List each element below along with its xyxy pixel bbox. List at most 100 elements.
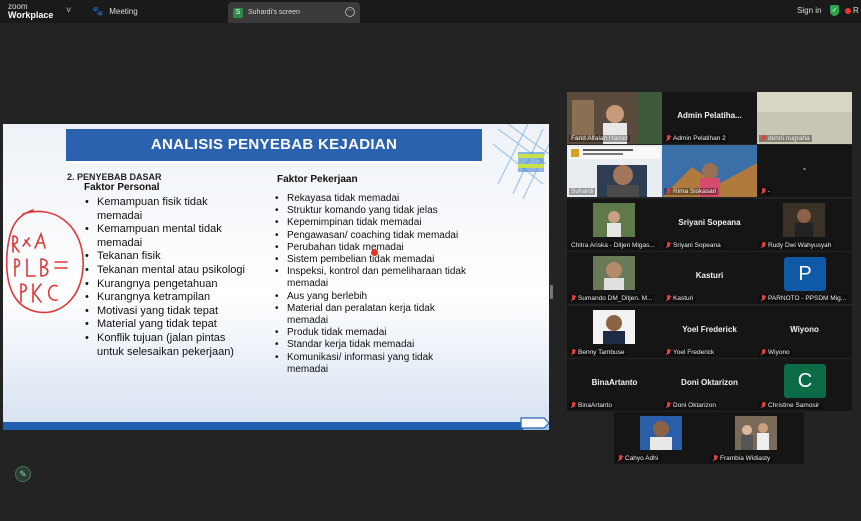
- personal-factor-item: Kemampuan mental tidak memadai: [85, 223, 255, 250]
- muted-mic-icon: [761, 349, 766, 356]
- participant-name: Cahyo Adhi: [625, 455, 659, 462]
- job-factor-item: Material dan peralatan kerja tidak memad…: [275, 303, 475, 327]
- participant-name: Frambia Widiasty: [720, 455, 771, 462]
- video-tile[interactable]: Sumando DM_Ditjen. M...: [567, 252, 662, 304]
- muted-mic-icon: [713, 455, 718, 462]
- more-options-icon[interactable]: ⋯: [345, 7, 355, 17]
- participant-name-tag: Sumando DM_Ditjen. M...: [569, 295, 655, 302]
- video-tile[interactable]: Sriyani Sopeana Sriyani Sopeana: [662, 199, 757, 251]
- participant-display-name: Sriyani Sopeana: [678, 218, 741, 227]
- participant-name: Kasturi: [673, 295, 694, 302]
- presenter-badge: S: [233, 7, 243, 18]
- avatar: P: [784, 257, 826, 291]
- video-tile[interactable]: Frambia Widiasty: [709, 412, 804, 464]
- personal-factor-item: Tekanan fisik: [85, 250, 255, 264]
- job-factor-item: Kepemimpinan tidak memadai: [275, 217, 475, 229]
- muted-mic-icon: [571, 402, 576, 409]
- participant-display-name: BinaArtanto: [591, 378, 638, 387]
- slide-bottom-band: [3, 417, 549, 430]
- video-tile[interactable]: Rudy Dwi Wahyusyah: [757, 199, 852, 251]
- participant-name-tag: Christine Samosir: [759, 402, 822, 409]
- left-column-heading: Faktor Personal: [84, 182, 160, 193]
- personal-factor-item: Kurangnya pengetahuan: [85, 278, 255, 292]
- muted-mic-icon: [666, 188, 671, 195]
- paw-icon: 🐾: [92, 6, 104, 16]
- participant-name: Rima Siskasari: [673, 188, 717, 195]
- section-heading: 2. PENYEBAB DASAR: [67, 172, 162, 182]
- video-tile[interactable]: Yoel Frederick Yoel Frederick: [662, 306, 757, 358]
- participant-display-name: Admin Pelatiha...: [677, 111, 742, 120]
- video-tile[interactable]: Doni Oktarizon Doni Oktarizon: [662, 359, 757, 411]
- participant-name: -: [768, 188, 771, 195]
- video-tile[interactable]: Rima Siskasari: [662, 145, 757, 197]
- job-factor-item: Struktur komando yang tidak jelas: [275, 205, 475, 217]
- video-tile[interactable]: P PARNOTO - PPSDM Mig...: [757, 252, 852, 304]
- screen-tab-label: Suhardi's screen: [248, 9, 300, 16]
- muted-mic-icon: [761, 242, 766, 249]
- participant-name: denni nugraha: [768, 135, 810, 142]
- job-factor-item: Inspeksi, kontrol dan pemeliharaan tidak…: [275, 266, 475, 290]
- slide-decoration-graphic: [492, 124, 549, 199]
- participant-name: Benny Tambuse: [578, 349, 625, 356]
- right-column-heading: Faktor Pekerjaan: [277, 174, 358, 185]
- video-tile-active-speaker[interactable]: Suhardi: [567, 145, 662, 197]
- video-tile[interactable]: C Christine Samosir: [757, 359, 852, 411]
- shared-screen-slide: ANALISIS PENYEBAB KEJADIAN 2. PENYEBAB D…: [3, 124, 549, 430]
- participant-name: Sriyani Sopeana: [673, 242, 721, 249]
- participant-display-name: Yoel Frederick: [682, 325, 737, 334]
- muted-mic-icon: [618, 455, 623, 462]
- personal-factor-item: Kurangnya ketrampilan: [85, 291, 255, 305]
- video-tile[interactable]: BinaArtanto BinaArtanto: [567, 359, 662, 411]
- security-shield-icon[interactable]: ✓: [830, 5, 839, 16]
- muted-mic-icon: [571, 295, 576, 302]
- video-tile[interactable]: denni nugraha: [757, 92, 852, 144]
- participant-name: Chitra Ariska - Ditjen Migas...: [571, 242, 655, 249]
- avatar: C: [784, 364, 826, 398]
- meeting-tab[interactable]: 🐾 Meeting: [92, 6, 138, 17]
- participant-name-tag: Kasturi: [664, 295, 696, 302]
- participant-name-tag: Rudy Dwi Wahyusyah: [759, 242, 834, 249]
- recording-label[interactable]: R: [853, 6, 859, 15]
- personal-factor-item: Material yang tidak tepat: [85, 318, 255, 332]
- participant-name-tag: Benny Tambuse: [569, 349, 627, 356]
- participant-name: Suhardi: [571, 188, 594, 195]
- muted-mic-icon: [666, 135, 671, 142]
- video-tile[interactable]: Kasturi Kasturi: [662, 252, 757, 304]
- video-tile[interactable]: Benny Tambuse: [567, 306, 662, 358]
- job-factor-item: Standar kerja tidak memadai: [275, 339, 475, 351]
- participant-name: Doni Oktarizon: [673, 402, 716, 409]
- laser-pointer: [371, 249, 378, 256]
- top-bar: zoom Workplace ˅ 🐾 Meeting S Suhardi's s…: [0, 0, 861, 23]
- job-factors-list: Rekayasa tidak memadaiStruktur komando y…: [275, 193, 475, 376]
- chevron-down-icon[interactable]: ˅: [66, 5, 71, 15]
- muted-mic-icon: [666, 295, 671, 302]
- screen-share-tab[interactable]: S Suhardi's screen ⋯: [228, 2, 360, 23]
- panel-resize-handle[interactable]: [550, 285, 553, 299]
- participant-name: PARNOTO - PPSDM Mig...: [768, 295, 847, 302]
- participant-name-tag: Sriyani Sopeana: [664, 242, 723, 249]
- meeting-label: Meeting: [109, 7, 138, 16]
- muted-mic-icon: [761, 135, 766, 142]
- video-tile[interactable]: Chitra Ariska - Ditjen Migas...: [567, 199, 662, 251]
- recording-icon: [845, 8, 851, 14]
- video-tile[interactable]: Admin Pelatiha... Admin Pelatihan 2: [662, 92, 757, 144]
- participant-name-tag: Chitra Ariska - Ditjen Migas...: [569, 242, 657, 249]
- video-tile[interactable]: Cahyo Adhi: [614, 412, 709, 464]
- participant-name-tag: denni nugraha: [759, 135, 812, 142]
- participant-name-tag: -: [759, 188, 773, 195]
- muted-mic-icon: [761, 295, 766, 302]
- video-tile[interactable]: Farid Alfalah Hamid: [567, 92, 662, 144]
- participant-name: Yoel Frederick: [673, 349, 715, 356]
- muted-mic-icon: [571, 349, 576, 356]
- annotate-pencil-icon[interactable]: ✎: [15, 466, 31, 482]
- video-tile[interactable]: - -: [757, 145, 852, 197]
- video-tile[interactable]: Wiyono Wiyono: [757, 306, 852, 358]
- muted-mic-icon: [666, 242, 671, 249]
- participant-name: BinaArtanto: [578, 402, 612, 409]
- slide-title: ANALISIS PENYEBAB KEJADIAN: [66, 129, 482, 161]
- participant-name: Rudy Dwi Wahyusyah: [768, 242, 832, 249]
- participant-name-tag: Admin Pelatihan 2: [664, 135, 728, 142]
- sign-in-button[interactable]: Sign in: [797, 6, 821, 15]
- participant-name-tag: Farid Alfalah Hamid: [569, 135, 630, 142]
- zoom-workplace-logo[interactable]: zoom Workplace: [8, 2, 53, 20]
